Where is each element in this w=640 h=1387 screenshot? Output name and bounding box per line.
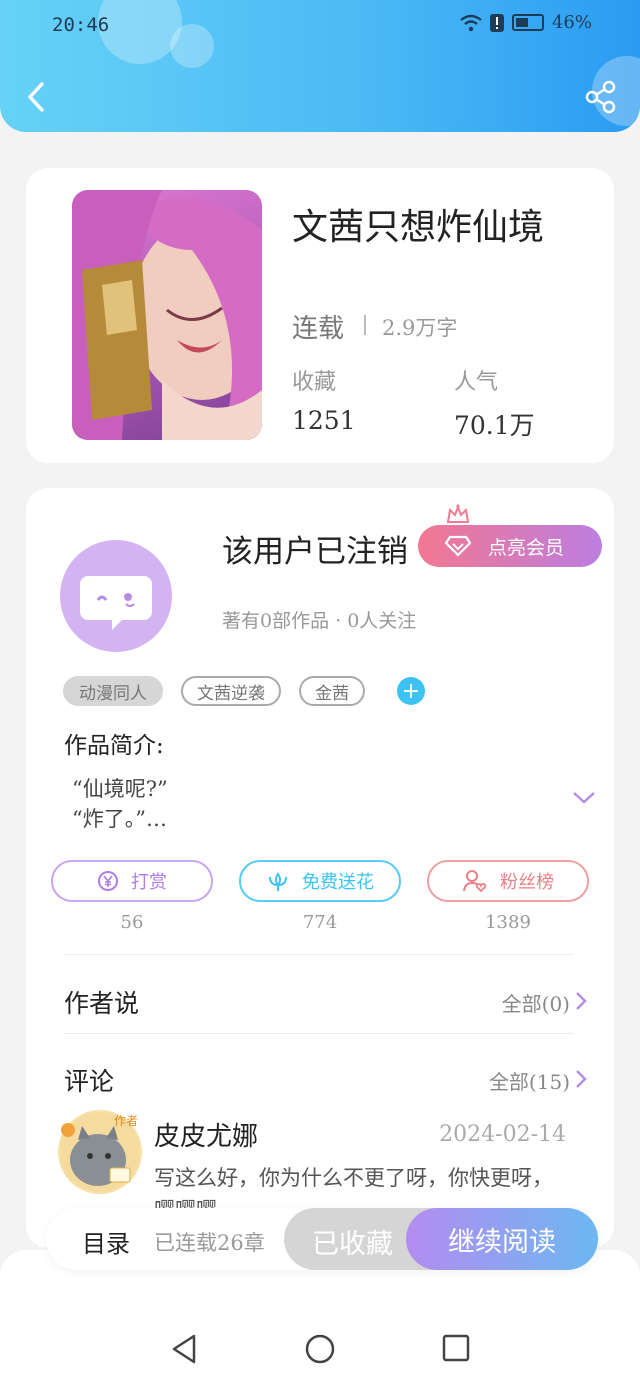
back-icon[interactable] [20,76,54,118]
author-says-all-link[interactable]: 全部(0) [502,988,570,1017]
divider [64,1033,574,1034]
book-title: 文茜只想炸仙境 [292,207,545,248]
book-info-card: 文茜只想炸仙境 连载 2.9万字 收藏 人气 1251 70.1万 [26,168,614,463]
tag[interactable]: 动漫同人 [63,676,163,706]
divider [64,954,574,955]
nav-home-icon[interactable] [304,1333,336,1365]
tag[interactable]: 金茜 [299,676,365,706]
author-badge: 作者 [114,1114,139,1128]
divider [364,315,366,335]
intro-text: “仙境呢?” “炸了。”… [72,777,168,831]
vip-button-label: 点亮会员 [488,536,565,559]
book-status: 连载 [292,314,345,344]
wifi-icon [460,14,482,31]
bottom-action-bar: 目录 已连载26章 已收藏 继续阅读 [46,1208,598,1270]
comments-title: 评论 [64,1067,115,1096]
decorative-bubble [98,0,182,64]
popularity-label: 人气 [454,370,499,395]
send-flower-label: 免费送花 [302,872,374,893]
book-word-count: 2.9万字 [382,316,458,340]
author-says-title: 作者说 [64,989,140,1018]
battery-percent: 46% [551,12,592,33]
favorites-label: 收藏 [292,370,337,395]
commenter-avatar[interactable]: 作者 [58,1110,142,1194]
vip-button[interactable]: 点亮会员 [418,525,602,567]
book-cover-image[interactable] [72,190,262,440]
author-avatar[interactable] [60,540,172,652]
author-meta: 著有0部作品 · 0人关注 [222,610,417,632]
send-flower-button[interactable]: 免费送花 [239,860,401,902]
chevron-right-icon[interactable] [574,990,588,1012]
cover-illustration [72,190,262,440]
fan-ranking-label: 粉丝榜 [500,872,554,893]
flower-count: 774 [302,912,338,933]
intro-label: 作品简介: [64,733,164,759]
popularity-value: 70.1万 [454,411,535,440]
battery-icon [511,14,544,31]
fan-count: 1389 [485,912,531,933]
tip-count: 56 [120,912,144,933]
chevron-right-icon[interactable] [574,1068,588,1090]
alert-icon [489,13,504,32]
continue-reading-button[interactable]: 继续阅读 [406,1208,598,1270]
chapter-count[interactable]: 已连载26章 [154,1227,265,1257]
status-icons: 46% [460,12,592,33]
chat-bubble-icon [80,576,152,630]
yuan-coin-icon [98,871,118,891]
table-of-contents-button[interactable]: 目录 [82,1224,130,1259]
add-tag-button[interactable]: + [397,677,425,705]
diamond-icon [444,535,472,557]
commenter-name[interactable]: 皮皮尤娜 [154,1116,258,1153]
status-time: 20:46 [52,14,110,36]
tag[interactable]: 文茜逆袭 [181,676,281,706]
author-card: 该用户已注销 点亮会员 著有0部作品 · 0人关注 动漫同人 文茜逆袭 金茜 +… [26,488,614,1248]
comments-all-link[interactable]: 全部(15) [489,1066,570,1095]
flower-icon [269,872,287,891]
bottom-sheet [0,1250,640,1387]
share-icon[interactable] [584,80,618,114]
tag-list: 动漫同人 文茜逆袭 金茜 + [63,676,425,706]
crown-icon [446,504,470,523]
tip-button[interactable]: 打赏 [51,860,213,902]
tip-label: 打赏 [131,872,167,893]
top-header: 20:46 46% [0,0,640,132]
user-heart-icon [463,870,487,893]
chevron-down-icon[interactable] [572,790,596,806]
comment-date: 2024-02-14 [439,1122,566,1147]
nav-back-icon[interactable] [170,1333,198,1365]
nav-recents-icon[interactable] [441,1333,471,1363]
author-name[interactable]: 该用户已注销 [222,526,408,571]
favorites-value: 1251 [292,406,356,435]
decorative-bubble [170,24,214,68]
favorited-label: 已收藏 [312,1229,393,1260]
fan-ranking-button[interactable]: 粉丝榜 [427,860,589,902]
